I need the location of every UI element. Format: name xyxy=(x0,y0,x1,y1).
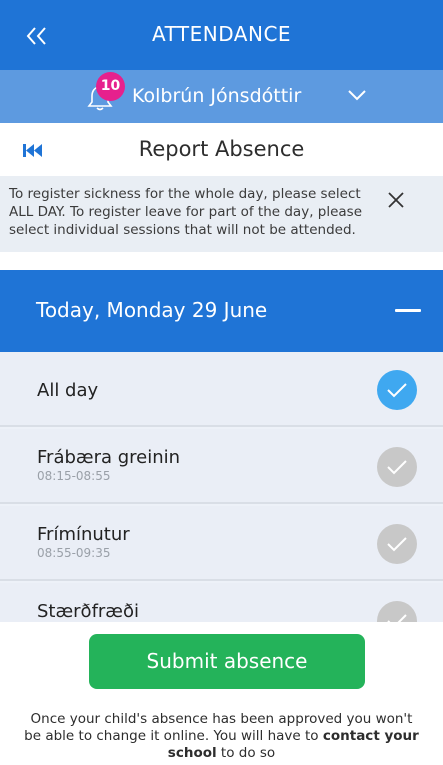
day-header[interactable]: Today, Monday 29 June xyxy=(0,270,443,352)
footer-text-end: to do so xyxy=(216,745,276,761)
session-time: 08:15-08:55 xyxy=(37,469,111,483)
collapse-icon[interactable] xyxy=(395,309,421,312)
session-row[interactable]: Frábæra greinin 08:15-08:55 xyxy=(0,429,443,504)
session-row[interactable]: Stærðfræði xyxy=(0,583,443,622)
check-icon[interactable] xyxy=(377,601,417,622)
session-title: All day xyxy=(37,380,99,401)
session-row[interactable]: Frímínutur 08:55-09:35 xyxy=(0,506,443,581)
check-icon[interactable] xyxy=(377,524,417,564)
notification-badge: 10 xyxy=(96,72,125,101)
submit-absence-button[interactable]: Submit absence xyxy=(89,634,365,689)
close-icon[interactable] xyxy=(386,190,406,210)
session-time: 08:55-09:35 xyxy=(37,546,111,560)
session-row-all-day[interactable]: All day xyxy=(0,352,443,427)
session-title: Frábæra greinin xyxy=(37,447,181,468)
day-title: Today, Monday 29 June xyxy=(36,298,268,322)
section-title: Report Absence xyxy=(138,137,305,161)
user-selector[interactable]: 10 Kolbrún Jónsdóttir xyxy=(0,70,443,123)
footer-note: Once your child's absence has been appro… xyxy=(20,711,423,762)
chevron-down-icon[interactable] xyxy=(347,87,367,103)
user-name[interactable]: Kolbrún Jónsdóttir xyxy=(132,85,301,107)
top-bar: ATTENDANCE xyxy=(0,0,443,70)
session-list[interactable]: All day Frábæra greinin 08:15-08:55 Frím… xyxy=(0,352,443,622)
check-icon[interactable] xyxy=(377,447,417,487)
session-title: Frímínutur xyxy=(37,524,130,545)
info-notice: To register sickness for the whole day, … xyxy=(0,176,443,252)
subheader: Report Absence xyxy=(0,123,443,176)
check-icon-selected[interactable] xyxy=(377,370,417,410)
session-title: Stærðfræði xyxy=(37,601,139,622)
notice-text: To register sickness for the whole day, … xyxy=(9,186,363,238)
page-title: ATTENDANCE xyxy=(151,22,292,46)
